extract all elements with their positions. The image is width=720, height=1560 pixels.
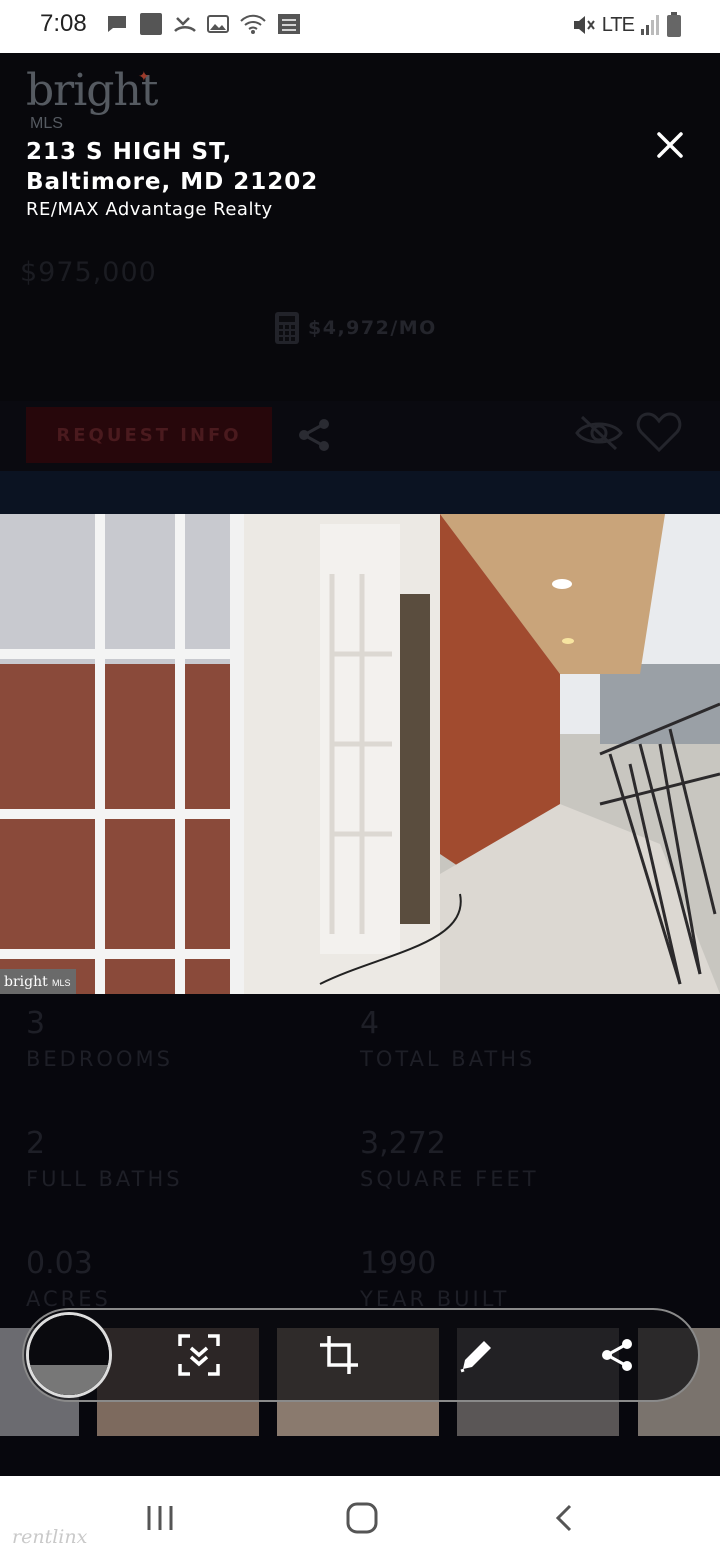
missed-call-icon bbox=[174, 17, 196, 32]
home-icon bbox=[346, 1502, 378, 1534]
monthly-payment[interactable]: $4,972/MO bbox=[274, 311, 437, 345]
address-block: 213 S HIGH ST, Baltimore, MD 21202 RE/MA… bbox=[26, 137, 626, 220]
network-type: LTE bbox=[601, 13, 635, 36]
recents-button[interactable] bbox=[140, 1498, 180, 1538]
request-info-button[interactable]: REQUEST INFO bbox=[26, 407, 272, 463]
message-icon bbox=[108, 16, 126, 32]
share-icon bbox=[602, 1339, 632, 1371]
crop-icon bbox=[320, 1336, 358, 1374]
wifi-icon bbox=[240, 14, 266, 34]
calendar-icon bbox=[278, 14, 300, 34]
stat-year-built: 1990 YEAR BUILT bbox=[360, 1246, 510, 1311]
stat-bedrooms: 3 BEDROOMS bbox=[26, 1006, 173, 1071]
recents-icon bbox=[147, 1506, 173, 1530]
navigation-bar bbox=[0, 1476, 720, 1560]
listing-price: $975,000 bbox=[20, 257, 157, 288]
signal-icon bbox=[641, 15, 659, 35]
stat-total-baths: 4 TOTAL BATHS bbox=[360, 1006, 536, 1071]
screenshot-toolbar bbox=[22, 1308, 700, 1402]
share-button[interactable] bbox=[594, 1332, 640, 1378]
photo-watermark-sub: MLS bbox=[52, 978, 71, 988]
bright-mls-logo: bright ✦ MLS bbox=[26, 65, 158, 132]
address-line-2: Baltimore, MD 21202 bbox=[26, 169, 319, 195]
back-button[interactable] bbox=[544, 1498, 584, 1538]
listing-screen: bright ✦ MLS $975,000 $4,972/MO REQUEST … bbox=[0, 53, 720, 1476]
property-stats: 3 BEDROOMS 4 TOTAL BATHS 2 FULL BATHS 3,… bbox=[0, 994, 720, 1314]
crop-button[interactable] bbox=[316, 1332, 362, 1378]
close-icon[interactable] bbox=[650, 125, 690, 165]
stat-full-baths: 2 FULL BATHS bbox=[26, 1126, 183, 1191]
photo-watermark: bright bbox=[4, 974, 48, 990]
square-icon bbox=[140, 13, 162, 35]
scroll-capture-button[interactable] bbox=[176, 1332, 222, 1378]
calculator-icon bbox=[275, 312, 299, 344]
rentlinx-watermark: rentlinx bbox=[12, 1526, 88, 1548]
mute-icon bbox=[573, 16, 595, 34]
battery-icon bbox=[667, 12, 681, 37]
share-icon[interactable] bbox=[296, 417, 332, 453]
edit-icon bbox=[460, 1341, 491, 1373]
hide-listing-icon[interactable] bbox=[574, 413, 624, 453]
status-time: 7:08 bbox=[40, 10, 87, 37]
edit-button[interactable] bbox=[454, 1332, 500, 1378]
broker-name: RE/MAX Advantage Realty bbox=[26, 199, 273, 220]
listing-photo[interactable]: bright MLS bbox=[0, 514, 720, 994]
favorite-icon[interactable] bbox=[636, 411, 682, 453]
stat-square-feet: 3,272 SQUARE FEET bbox=[360, 1126, 539, 1191]
home-button[interactable] bbox=[342, 1498, 382, 1538]
address-line-1: 213 S HIGH ST, bbox=[26, 139, 233, 165]
stat-acres: 0.03 ACRES bbox=[26, 1246, 111, 1311]
back-icon bbox=[555, 1504, 572, 1532]
photo-tabs-band bbox=[0, 471, 720, 515]
image-icon bbox=[207, 15, 229, 33]
screenshot-preview[interactable] bbox=[26, 1312, 112, 1398]
status-bar: 7:08 LTE bbox=[0, 0, 720, 53]
logo-star-icon: ✦ bbox=[138, 69, 150, 85]
scroll-capture-icon bbox=[178, 1334, 220, 1376]
